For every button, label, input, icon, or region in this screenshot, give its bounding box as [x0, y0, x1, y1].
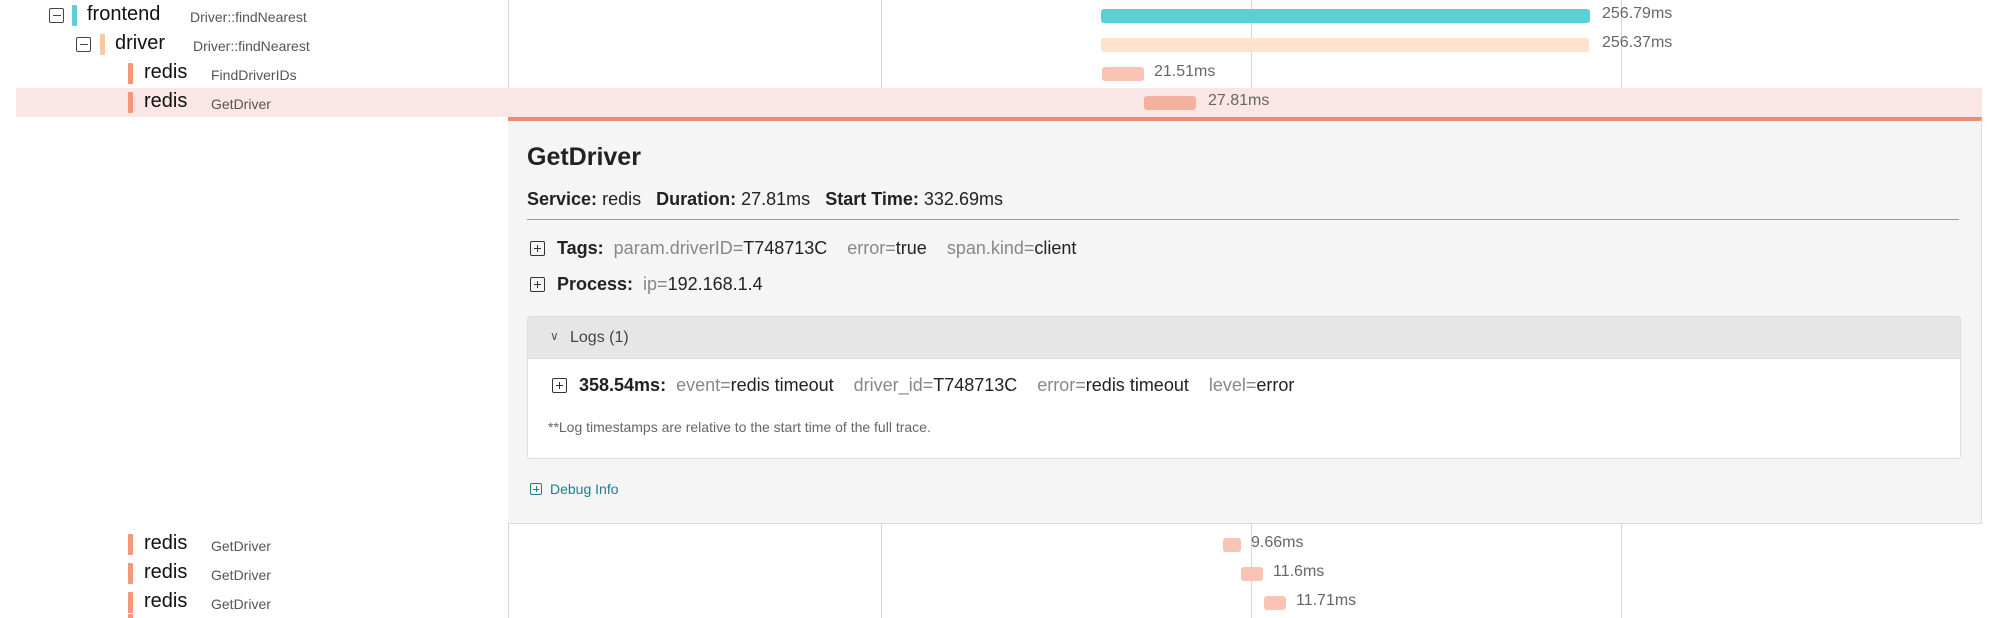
- span-duration-bar[interactable]: [1102, 67, 1144, 81]
- span-duration-label: 11.6ms: [1273, 563, 1325, 580]
- service-name: redis: [144, 61, 188, 83]
- operation-name: FindDriverIDs: [211, 67, 297, 83]
- log-key: event=: [676, 375, 731, 395]
- span-name-cell[interactable]: frontend Driver::findNearest: [16, 1, 508, 30]
- process-section[interactable]: Process: ip= 192.168.1.4: [530, 274, 783, 295]
- service-name: redis: [144, 561, 188, 583]
- log-key: driver_id=: [853, 375, 934, 395]
- service-color-marker: [100, 34, 105, 55]
- operation-name: GetDriver: [211, 538, 271, 554]
- log-footnote: **Log timestamps are relative to the sta…: [548, 419, 931, 435]
- span-duration-label: 9.66ms: [1251, 534, 1304, 551]
- log-key: level=: [1208, 375, 1257, 395]
- expand-tags-icon[interactable]: [530, 241, 545, 256]
- span-name-cell[interactable]: redis GetDriver: [16, 530, 508, 559]
- span-name-cell[interactable]: redis FindDriverIDs: [16, 59, 508, 88]
- span-row-redis[interactable]: redis GetDriver 11.71ms: [16, 588, 1982, 617]
- duration-label: Duration:: [656, 189, 737, 209]
- service-value: redis: [602, 189, 642, 209]
- span-duration-bar[interactable]: [1101, 9, 1590, 23]
- expand-debug-icon[interactable]: [530, 483, 542, 495]
- tag-value: T748713C: [743, 238, 828, 258]
- debug-info-link[interactable]: Debug Info: [530, 481, 619, 497]
- tag-key: span.kind=: [946, 238, 1035, 258]
- log-value: redis timeout: [730, 375, 834, 395]
- span-duration-bar[interactable]: [1264, 596, 1286, 610]
- service-color-marker: [128, 592, 133, 613]
- span-detail-panel: GetDriver Service: redis Duration: 27.81…: [508, 117, 1982, 524]
- operation-name: GetDriver: [211, 96, 271, 112]
- start-time-label: Start Time:: [825, 189, 919, 209]
- service-color-marker: [128, 63, 133, 84]
- tag-key: error=: [847, 238, 896, 258]
- logs-header[interactable]: ∨ Logs (1): [528, 317, 1960, 359]
- span-name-cell[interactable]: redis GetDriver: [16, 588, 508, 617]
- span-duration-bar[interactable]: [1101, 38, 1589, 52]
- span-row-redis-selected[interactable]: redis GetDriver 27.81ms: [16, 88, 1982, 117]
- duration-value: 27.81ms: [741, 189, 811, 209]
- operation-name: Driver::findNearest: [193, 38, 310, 54]
- log-key: error=: [1037, 375, 1086, 395]
- span-row-driver[interactable]: driver Driver::findNearest 256.37ms: [16, 30, 1982, 59]
- span-name-cell[interactable]: redis GetDriver: [16, 559, 508, 588]
- expand-process-icon[interactable]: [530, 277, 545, 292]
- span-detail-meta: Service: redis Duration: 27.81ms Start T…: [527, 189, 1003, 210]
- log-timestamp: 358.54ms:: [579, 375, 667, 395]
- expand-log-icon[interactable]: [552, 378, 567, 393]
- span-duration-label: 11.71ms: [1296, 592, 1357, 609]
- span-detail-title: GetDriver: [527, 143, 641, 171]
- logs-title: Logs (1): [570, 329, 629, 346]
- service-color-marker: [72, 5, 77, 26]
- span-row-redis[interactable]: redis GetDriver 9.66ms: [16, 530, 1982, 559]
- log-value: T748713C: [933, 375, 1018, 395]
- service-color-marker: [128, 92, 133, 113]
- operation-name: GetDriver: [211, 596, 271, 612]
- detail-divider: [527, 219, 1959, 220]
- span-duration-label: 27.81ms: [1208, 92, 1270, 109]
- service-color-marker: [128, 534, 133, 555]
- service-name: redis: [144, 532, 188, 554]
- process-label: Process:: [557, 274, 634, 294]
- start-time-value: 332.69ms: [923, 189, 1003, 209]
- collapse-toggle-icon[interactable]: [76, 37, 91, 52]
- service-name: frontend: [87, 3, 161, 25]
- span-duration-label: 256.37ms: [1602, 34, 1673, 51]
- service-name: redis: [144, 590, 188, 612]
- tag-key: param.driverID=: [613, 238, 744, 258]
- service-name: redis: [144, 90, 188, 112]
- span-name-cell[interactable]: redis GetDriver: [16, 88, 508, 117]
- tag-value: true: [895, 238, 927, 258]
- service-name: driver: [115, 32, 166, 54]
- process-value: 192.168.1.4: [667, 274, 763, 294]
- chevron-down-icon[interactable]: ∨: [550, 329, 559, 343]
- tag-value: client: [1034, 238, 1077, 258]
- tags-section[interactable]: Tags: param.driverID= T748713C error= true…: [530, 238, 1096, 259]
- log-value: redis timeout: [1085, 375, 1189, 395]
- span-duration-label: 21.51ms: [1154, 63, 1216, 80]
- span-row-redis[interactable]: redis FindDriverIDs 21.51ms: [16, 59, 1982, 88]
- operation-name: GetDriver: [211, 567, 271, 583]
- span-duration-bar[interactable]: [1241, 567, 1263, 581]
- service-color-marker: [128, 563, 133, 584]
- span-duration-bar[interactable]: [1144, 96, 1196, 110]
- span-duration-label: 256.79ms: [1602, 5, 1673, 22]
- tags-label: Tags:: [557, 238, 604, 258]
- service-label: Service:: [527, 189, 598, 209]
- debug-info-label: Debug Info: [550, 481, 619, 497]
- span-row-redis[interactable]: redis GetDriver 11.6ms: [16, 559, 1982, 588]
- collapse-toggle-icon[interactable]: [49, 8, 64, 23]
- log-entry[interactable]: 358.54ms: event= redis timeout driver_id=…: [552, 375, 1314, 396]
- logs-card: ∨ Logs (1) 358.54ms: event= redis timeout…: [527, 316, 1961, 459]
- span-duration-bar[interactable]: [1223, 538, 1241, 552]
- log-value: error: [1256, 375, 1295, 395]
- span-row-frontend[interactable]: frontend Driver::findNearest 256.79ms: [16, 1, 1982, 30]
- service-color-marker: [128, 614, 133, 618]
- span-name-cell[interactable]: driver Driver::findNearest: [16, 30, 508, 59]
- operation-name: Driver::findNearest: [190, 9, 307, 25]
- process-key: ip=: [643, 274, 668, 294]
